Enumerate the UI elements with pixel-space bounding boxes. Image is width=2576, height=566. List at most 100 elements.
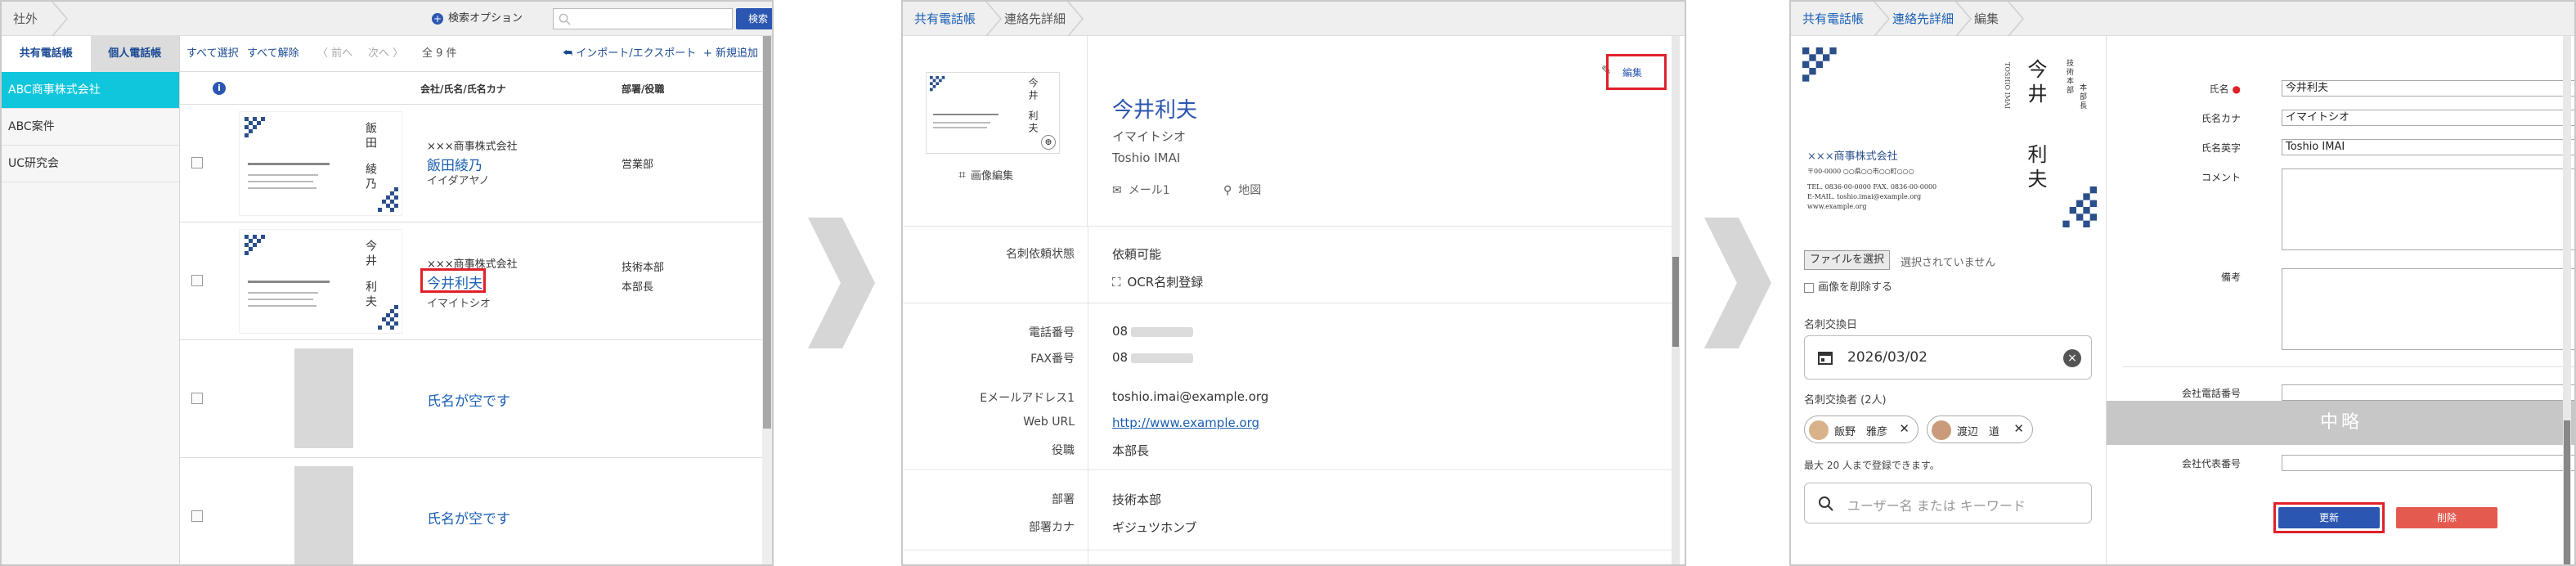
table-row[interactable]: 飯田 綾乃 ×××商事株式会社 飯田綾乃 イイダアヤノ 営業部: [180, 105, 762, 222]
card-photo-thumbnail[interactable]: [294, 348, 353, 448]
row-checkbox[interactable]: [191, 393, 203, 404]
image-edit-label: 画像編集: [971, 170, 1014, 182]
breadcrumb-item-shared[interactable]: 共有電話帳: [1791, 2, 1864, 36]
company-tel-input[interactable]: [2282, 384, 2574, 401]
fax-number: 08: [1112, 350, 1194, 365]
job-title: 本部長: [1112, 443, 1150, 458]
list-toolbar: すべて選択 すべて解除 〈 前へ 次へ 〉 全 9 件 ⮪ インポート/エクスポ…: [180, 36, 762, 72]
exchanger-name: 飯野 雅彦: [1834, 426, 1888, 438]
name-label: 氏名 ●: [2107, 82, 2242, 96]
department: 技術本部: [1112, 492, 1162, 507]
card-pattern-icon: [2062, 186, 2097, 227]
image-edit-button[interactable]: ⌗ 画像編集: [958, 167, 1013, 183]
business-card-image[interactable]: 今井 利夫 ⊕: [926, 72, 1060, 154]
divider: [903, 226, 1672, 227]
import-export-label: インポート/エクスポート: [576, 47, 697, 60]
delete-button[interactable]: 削除: [2396, 507, 2497, 528]
tab-shared-phonebook[interactable]: 共有電話帳: [2, 36, 91, 72]
table-row[interactable]: 氏名が空です: [180, 458, 762, 564]
exchanger-chip[interactable]: 飯野 雅彦 ✕: [1804, 416, 1919, 443]
table-row[interactable]: 今井 利夫 ×××商事株式会社 今井利夫 イマイトシオ 技術本部 本部長: [180, 222, 762, 340]
company-rep-input[interactable]: [2282, 455, 2574, 471]
user-search-input[interactable]: ユーザー名 または キーワード: [1804, 483, 2092, 523]
roman-name-label: 氏名英字: [2201, 142, 2241, 154]
contact-kana: イマイトシオ: [427, 298, 491, 310]
scrollbar-thumb[interactable]: [1672, 257, 1679, 347]
note-label: 備考: [2220, 272, 2241, 283]
comment-textarea[interactable]: [2282, 168, 2574, 250]
remove-icon[interactable]: ✕: [1899, 421, 1910, 436]
scrollbar[interactable]: [2563, 36, 2571, 564]
row-checkbox[interactable]: [191, 275, 203, 286]
breadcrumb: 共有電話帳 連絡先詳細: [903, 2, 1685, 37]
row-checkbox[interactable]: [191, 510, 203, 522]
field-label: 名刺依頼状態: [1006, 248, 1075, 261]
column-header: i 会社/氏名/氏名カナ 部署/役職: [180, 72, 762, 105]
crop-icon: ⌗: [958, 167, 967, 182]
contact-detail-screen: 共有電話帳 連絡先詳細 今井 利夫 ⊕ ⌗ 画像編集 ✎ 編集 今井利夫 イマイ…: [901, 0, 1686, 566]
row-checkbox[interactable]: [191, 157, 203, 168]
email-address[interactable]: toshio.imai@example.org: [1112, 389, 1268, 404]
company-rep-label: 会社代表番号: [2181, 458, 2241, 469]
contact-name-link[interactable]: 氏名が空です: [427, 507, 510, 528]
scrollbar-thumb[interactable]: [2564, 420, 2570, 564]
breadcrumb-item-shared[interactable]: 共有電話帳: [903, 2, 976, 36]
delete-image-checkbox[interactable]: 画像を削除する: [1804, 278, 1892, 294]
prev-page-button[interactable]: 〈 前へ: [317, 36, 352, 72]
remove-icon[interactable]: ✕: [2013, 421, 2024, 436]
exchangers-label: 名刺交換者 (2人): [1804, 394, 1887, 407]
breadcrumb-chevron-icon: [2007, 2, 2025, 37]
note-textarea[interactable]: [2282, 268, 2574, 350]
column-company-name: 会社/氏名/氏名カナ: [420, 83, 506, 95]
next-page-button[interactable]: 次へ 〉: [368, 36, 403, 72]
sidebar-item-abc-corp[interactable]: ABC商事株式会社: [2, 72, 179, 109]
sidebar-item-uc-study[interactable]: UC研究会: [2, 146, 179, 182]
tab-personal-phonebook[interactable]: 個人電話帳: [90, 36, 179, 72]
search-button[interactable]: 検索: [736, 8, 772, 29]
name-input[interactable]: 今井利夫: [2282, 80, 2574, 97]
contact-name: 今井利夫: [1112, 98, 1198, 123]
business-card-thumbnail[interactable]: 今井 利夫: [239, 229, 402, 334]
breadcrumb-item-external[interactable]: 社外: [2, 2, 38, 36]
select-all-button[interactable]: すべて選択: [186, 36, 239, 72]
import-export-button[interactable]: ⮪ インポート/エクスポート: [563, 36, 696, 72]
deselect-all-button[interactable]: すべて解除: [247, 36, 299, 72]
exchanger-name: 渡辺 道: [1957, 426, 2000, 438]
comment-label: コメント: [2201, 172, 2241, 183]
name-label-text: 氏名: [2209, 83, 2229, 95]
roman-name-input[interactable]: Toshio IMAI: [2282, 139, 2574, 155]
zoom-icon[interactable]: ⊕: [1041, 135, 1056, 150]
sidebar-item-abc-project[interactable]: ABC案件: [2, 109, 179, 146]
contact-name-link[interactable]: 氏名が空です: [427, 389, 510, 410]
new-add-button[interactable]: + 新規追加: [703, 36, 758, 72]
file-select-button[interactable]: ファイルを選択: [1804, 250, 1891, 270]
clear-icon[interactable]: ×: [2063, 349, 2081, 367]
search-option-button[interactable]: + 検索オプション: [432, 7, 538, 31]
contact-edit-screen: 共有電話帳 連絡先詳細 編集 ×××商事株式会社 〒00-0000 ○○県○○市…: [1789, 0, 2576, 566]
ocr-registration[interactable]: ⛶ OCR名刺登録: [1112, 273, 1203, 290]
search-input[interactable]: [553, 8, 733, 29]
web-url-link[interactable]: http://www.example.org: [1112, 416, 1259, 430]
card-surname: 今井: [2024, 59, 2047, 108]
mail-link[interactable]: ✉ メール1: [1112, 182, 1170, 198]
scrollbar-thumb[interactable]: [763, 36, 771, 429]
mail-icon: ✉: [1112, 184, 1122, 197]
card-photo-thumbnail[interactable]: [294, 466, 353, 564]
exchanger-chip[interactable]: 渡辺 道 ✕: [1927, 416, 2033, 443]
info-icon[interactable]: i: [213, 82, 226, 95]
mail-link-label: メール1: [1128, 184, 1170, 197]
table-row[interactable]: 氏名が空です: [180, 340, 762, 458]
user-search-placeholder: ユーザー名 または キーワード: [1847, 498, 2026, 514]
field-label: 部署カナ: [1029, 521, 1075, 534]
kana-input[interactable]: イマイトシオ: [2282, 110, 2574, 126]
contact-dept: 技術本部: [622, 262, 665, 274]
exchange-date-field[interactable]: 2026/03/02 ×: [1804, 335, 2092, 380]
map-link[interactable]: ⚲ 地図: [1223, 182, 1261, 198]
business-card-thumbnail[interactable]: 飯田 綾乃: [239, 111, 402, 216]
card-company: ×××商事株式会社: [1807, 150, 1898, 163]
fax-number-value: 08: [1112, 350, 1129, 365]
scrollbar[interactable]: [1672, 36, 1680, 564]
scrollbar[interactable]: [762, 36, 772, 564]
breadcrumb-item-detail[interactable]: 連絡先詳細: [1881, 2, 1954, 36]
card-request-status: 依頼可能: [1112, 247, 1162, 262]
